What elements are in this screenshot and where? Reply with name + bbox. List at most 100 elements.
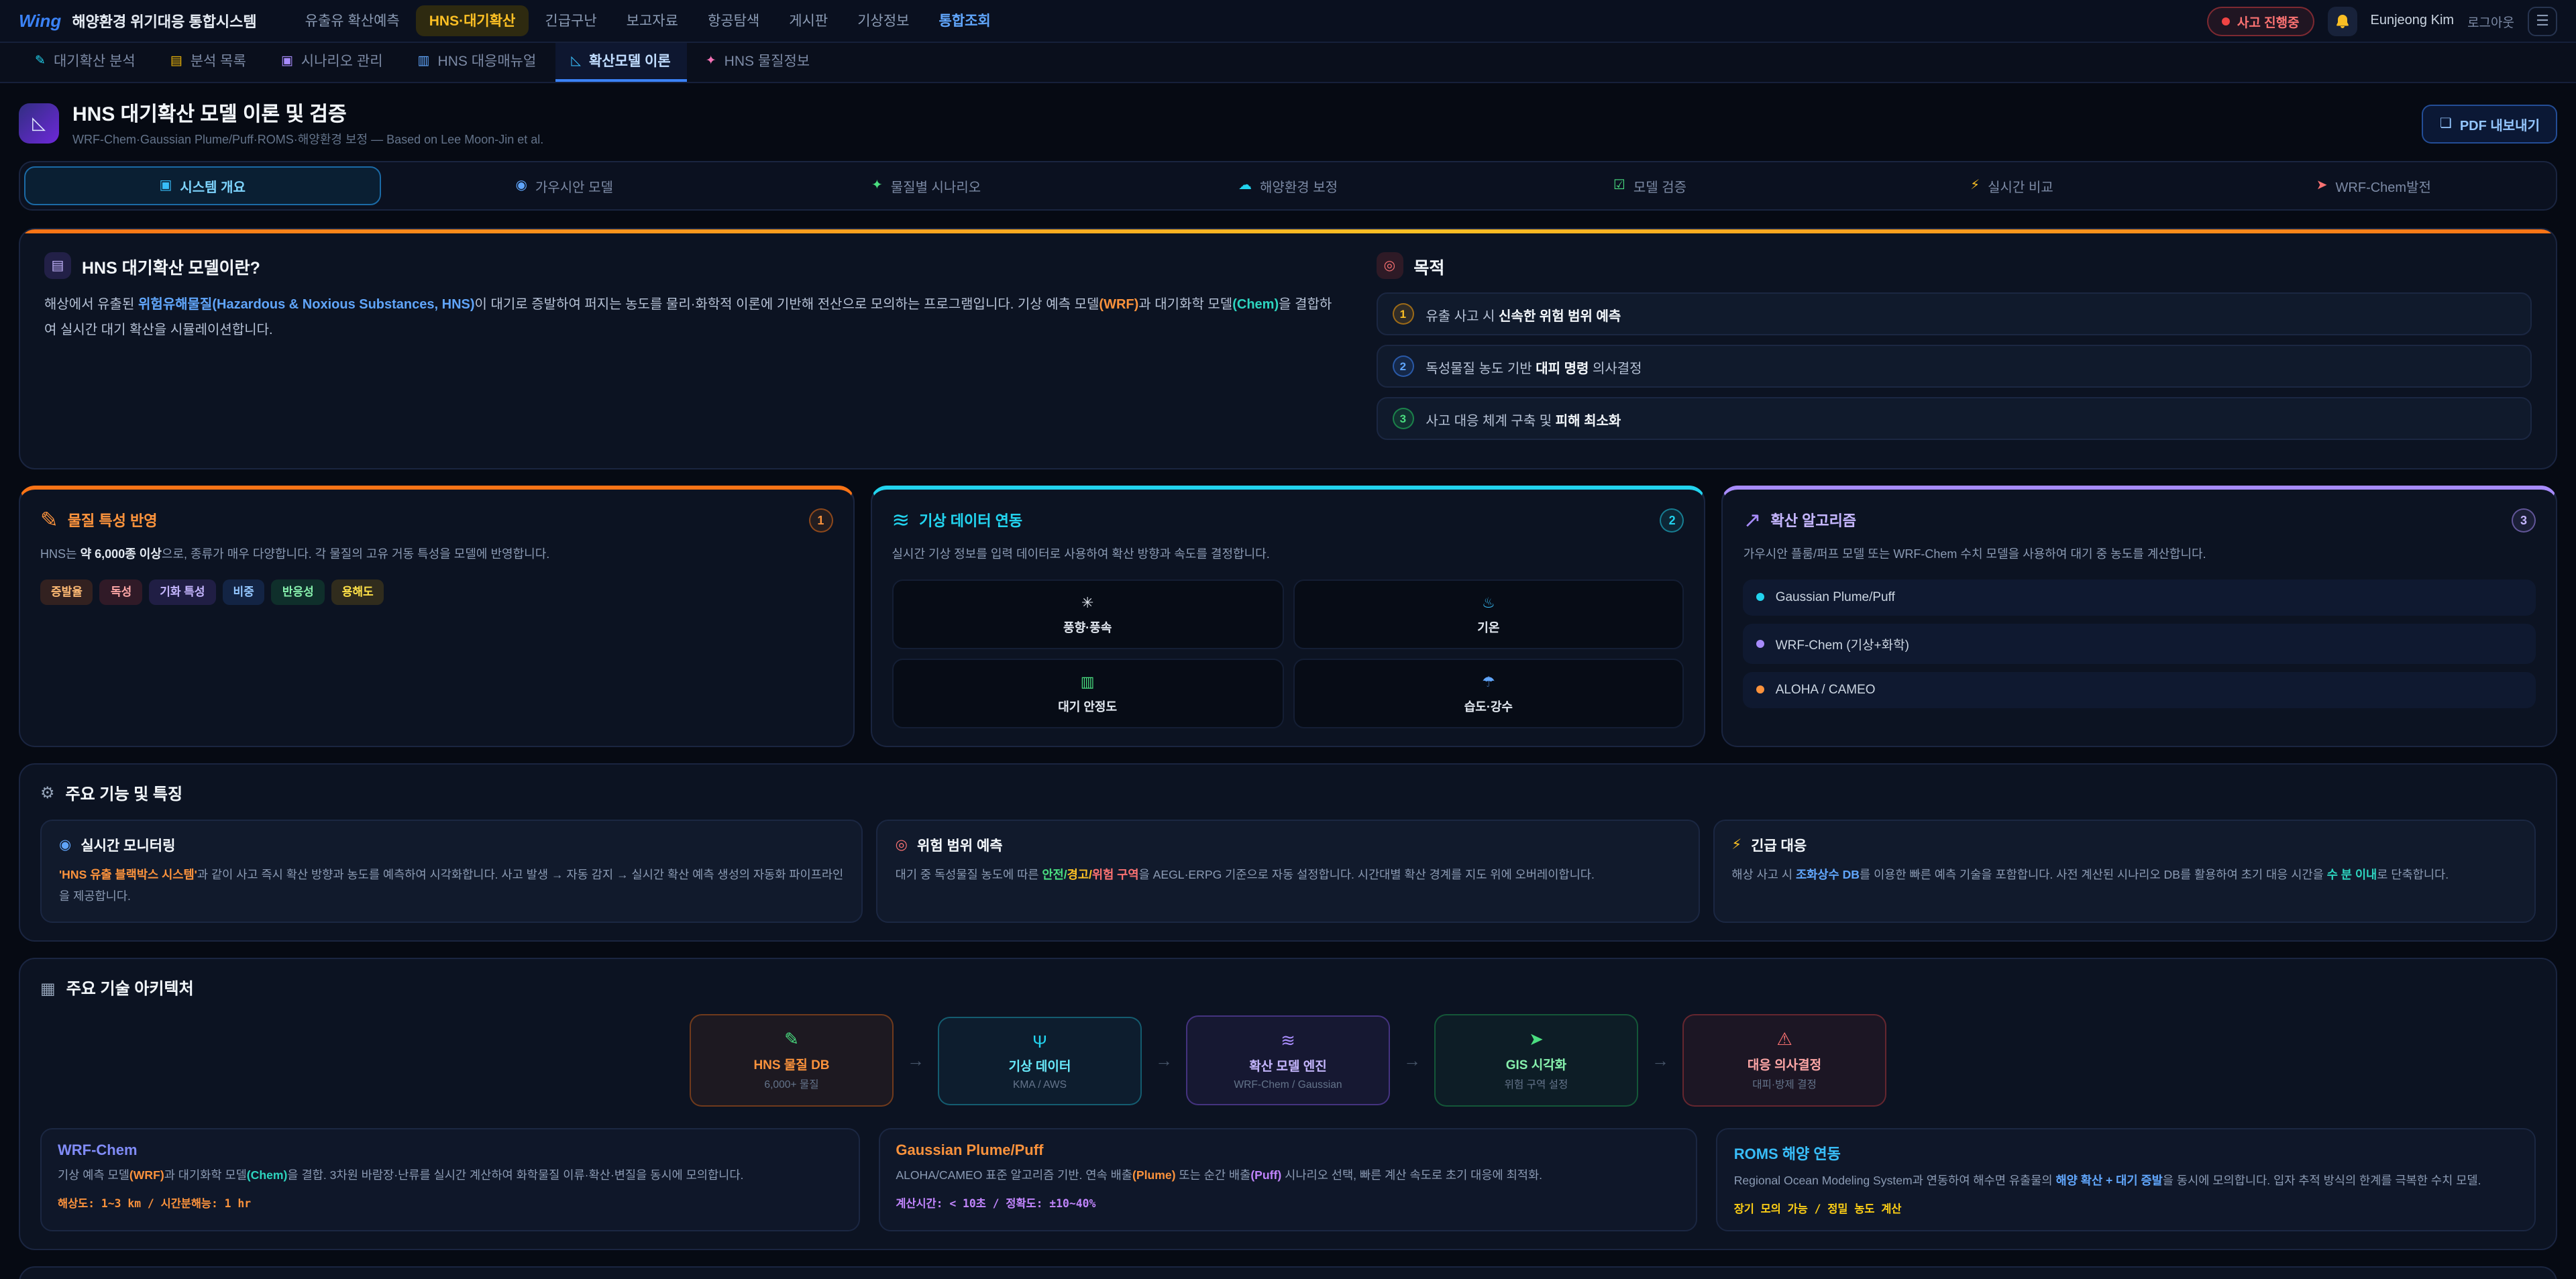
algorithm-card: ↗ 확산 알고리즘 3 가우시안 플룸/퍼프 모델 또는 WRF-Chem 수치… xyxy=(1722,486,2557,747)
check-icon: ☑ xyxy=(1613,178,1625,193)
pill-wrfchem-evolution[interactable]: ➤WRF-Chem발전 xyxy=(2196,166,2552,205)
page-header: ◺ HNS 대기확산 모델 이론 및 검증 WRF-Chem·Gaussian … xyxy=(19,99,2557,148)
alert-icon: ⚠ xyxy=(1776,1030,1792,1051)
feature-risk-range: ◎ 위험 범위 예측 대기 중 독성물질 농도에 따른 안전/경고/위험 구역을… xyxy=(877,820,1700,924)
tab-model-theory[interactable]: ◺확산모델 이론 xyxy=(555,43,686,82)
purpose-number-badge: 3 xyxy=(1392,408,1413,429)
cloud-icon: ☁ xyxy=(1238,178,1252,193)
features-title-row: ⚙ 주요 기능 및 특징 xyxy=(40,782,2536,805)
incident-status-badge[interactable]: 사고 진행중 xyxy=(2208,6,2314,36)
tag-toxicity: 독성 xyxy=(100,579,142,605)
tile-humidity: ☂ 습도·강수 xyxy=(1293,659,1684,728)
tag-reactivity: 반응성 xyxy=(272,579,325,605)
pill-gaussian-model[interactable]: ◉가우시안 모델 xyxy=(386,166,742,205)
purpose-item: 1 유출 사고 시 신속한 위험 범위 예측 xyxy=(1376,292,2532,335)
feature-monitoring: ◉ 실시간 모니터링 'HNS 유출 블랙박스 시스템'과 같이 사고 즉시 확… xyxy=(40,820,863,924)
purpose-number-badge: 2 xyxy=(1392,355,1413,377)
feature-body: 대기 중 독성물질 농도에 따른 안전/경고/위험 구역을 AEGL·ERPG … xyxy=(896,865,1681,887)
tag-vaporization: 기화 특성 xyxy=(149,579,215,605)
flow-node-diffusion-engine: ≋ 확산 모델 엔진 WRF-Chem / Gaussian xyxy=(1186,1016,1390,1106)
target-icon: ◉ xyxy=(515,178,527,193)
nav-weather-info[interactable]: 기상정보 xyxy=(844,5,922,36)
feature-header: ⚡ 긴급 대응 xyxy=(1731,836,2517,856)
tab-scenario-management[interactable]: ▣시나리오 관리 xyxy=(265,43,399,82)
pill-model-validation[interactable]: ☑모델 검증 xyxy=(1472,166,1828,205)
tag-specific-gravity: 비중 xyxy=(223,579,265,605)
flow-node-weather-data: Ψ 기상 데이터 KMA / AWS xyxy=(938,1017,1142,1105)
top-navbar: Wing 해양환경 위기대응 통합시스템 유출유 확산예측 HNS·대기확산 긴… xyxy=(0,0,2576,43)
arrow-icon: → xyxy=(1403,1051,1421,1071)
bullet-icon xyxy=(1757,640,1765,648)
document-icon: ❏ xyxy=(2440,116,2452,131)
app-title: 해양환경 위기대응 통합시스템 xyxy=(72,10,256,32)
feature-header: ◎ 위험 범위 예측 xyxy=(896,836,1681,856)
notification-bell-button[interactable] xyxy=(2328,6,2357,36)
list-item: ALOHA / CAMEO xyxy=(1743,672,2536,708)
pill-realtime-comparison[interactable]: ⚡실시간 비교 xyxy=(1833,166,2190,205)
nav-oil-spill-forecast[interactable]: 유출유 확산예측 xyxy=(292,5,413,36)
nav-integrated-search[interactable]: 통합조회 xyxy=(925,5,1004,36)
gear-icon: ⚙ xyxy=(40,784,55,803)
page-title: HNS 대기확산 모델 이론 및 검증 xyxy=(72,99,543,127)
nav-hns-atmospheric[interactable]: HNS·대기확산 xyxy=(416,5,529,36)
arrow-icon: → xyxy=(1652,1051,1669,1071)
user-name: Eunjeong Kim xyxy=(2371,13,2455,28)
purpose-title-row: ◎ 목적 xyxy=(1376,252,2532,279)
flow-node-gis-visualization: ➤ GIS 시각화 위험 구역 설정 xyxy=(1434,1015,1638,1107)
map-icon: ➤ xyxy=(1529,1030,1544,1051)
flow-node-substance-db: ✎ HNS 물질 DB 6,000+ 물질 xyxy=(690,1015,894,1107)
card-description: 실시간 기상 정보를 입력 데이터로 사용하여 확산 방향과 속도를 결정합니다… xyxy=(892,545,1684,566)
tile-stability: ▥ 대기 안정도 xyxy=(892,659,1283,728)
purpose-item: 2 독성물질 농도 기반 대피 명령 의사결정 xyxy=(1376,345,2532,388)
card-header: ≋ 기상 데이터 연동 2 xyxy=(892,507,1684,534)
step-number-badge: 2 xyxy=(1660,508,1684,533)
tab-analysis-list[interactable]: ▤분석 목록 xyxy=(154,43,262,82)
hamburger-menu-button[interactable]: ☰ xyxy=(2528,6,2557,36)
architecture-title-row: ▦ 주요 기술 아키텍처 xyxy=(40,977,2536,1000)
card-title: 물질 특성 반영 xyxy=(68,510,158,531)
tab-hns-manual[interactable]: ▥HNS 대응매뉴얼 xyxy=(402,43,553,82)
features-title: 주요 기능 및 특징 xyxy=(66,782,183,805)
model-gaussian: Gaussian Plume/Puff ALOHA/CAMEO 표준 알고리즘 … xyxy=(878,1129,1697,1231)
flask-icon: ✦ xyxy=(706,54,716,68)
pill-substance-scenarios[interactable]: ✦물질별 시나리오 xyxy=(748,166,1104,205)
card-title: 확산 알고리즘 xyxy=(1771,510,1857,531)
book-icon: ▤ xyxy=(44,252,71,279)
wind-icon: ≋ xyxy=(1281,1031,1295,1052)
folder-icon: ▣ xyxy=(281,54,293,68)
flask-icon: ✦ xyxy=(871,178,883,193)
monitor-icon: ▣ xyxy=(159,178,172,193)
list-item: WRF-Chem (기상+화학) xyxy=(1743,624,2536,664)
nav-aerial-search[interactable]: 항공탐색 xyxy=(694,5,773,36)
pdf-export-button[interactable]: ❏PDF 내보내기 xyxy=(2422,104,2557,143)
model-roms: ROMS 해양 연동 Regional Ocean Modeling Syste… xyxy=(1717,1129,2536,1231)
intro-title-row: ▤ HNS 대기확산 모델이란? xyxy=(44,252,1338,279)
pill-system-overview[interactable]: ▣시스템 개요 xyxy=(24,166,380,205)
bullet-icon xyxy=(1757,686,1765,694)
architecture-title: 주요 기술 아키텍처 xyxy=(66,977,194,1000)
arrow-icon: → xyxy=(1155,1051,1173,1071)
wing-logo[interactable]: Wing xyxy=(19,11,61,31)
tab-hns-substance-info[interactable]: ✦HNS 물질정보 xyxy=(690,43,826,82)
droplet-icon: ☂ xyxy=(1482,673,1495,691)
logout-button[interactable]: 로그아웃 xyxy=(2467,11,2514,30)
algorithm-list: Gaussian Plume/Puff WRF-Chem (기상+화학) ALO… xyxy=(1743,579,2536,708)
nav-emergency-rescue[interactable]: 긴급구난 xyxy=(531,5,610,36)
hamburger-icon: ☰ xyxy=(2536,12,2549,30)
pencil-icon: ✎ xyxy=(35,54,46,68)
tab-diffusion-analysis[interactable]: ✎대기확산 분석 xyxy=(19,43,152,82)
model-name: Gaussian Plume/Puff xyxy=(896,1144,1680,1160)
arrow-icon: → xyxy=(907,1051,924,1071)
weather-data-card: ≋ 기상 데이터 연동 2 실시간 기상 정보를 입력 데이터로 사용하여 확산… xyxy=(870,486,1705,747)
main-nav: 유출유 확산예측 HNS·대기확산 긴급구난 보고자료 항공탐색 게시판 기상정… xyxy=(292,5,1004,36)
pill-ocean-correction[interactable]: ☁해양환경 보정 xyxy=(1110,166,1466,205)
bullet-icon xyxy=(1757,594,1765,602)
intro-section: ▤ HNS 대기확산 모델이란? 해상에서 유출된 위험유해물질(Hazardo… xyxy=(19,228,2557,469)
model-body: Regional Ocean Modeling System과 연동하여 해수면… xyxy=(1734,1172,2518,1192)
model-stat: 계산시간: < 10초 / 정확도: ±10~40% xyxy=(896,1195,1680,1211)
nav-reports[interactable]: 보고자료 xyxy=(613,5,692,36)
page-content: ◺ HNS 대기확산 모델 이론 및 검증 WRF-Chem·Gaussian … xyxy=(0,83,2576,1279)
nav-board[interactable]: 게시판 xyxy=(775,5,841,36)
list-icon: ▤ xyxy=(170,54,182,68)
model-stat: 해상도: 1~3 km / 시간분해능: 1 hr xyxy=(58,1195,842,1211)
